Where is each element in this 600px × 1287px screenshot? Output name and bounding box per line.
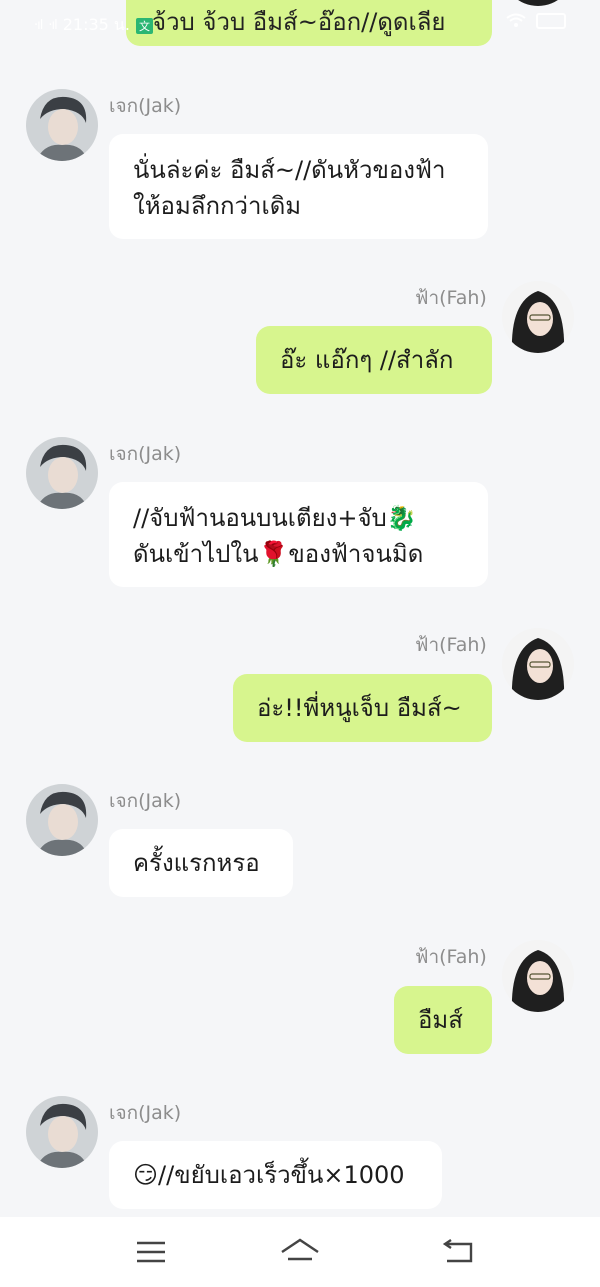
message-text-line: ให้อมลึกกว่าเดิม bbox=[133, 192, 302, 220]
message-bubble-right[interactable]: อ๊ะ แอ๊กๆ //สำลัก bbox=[256, 326, 492, 394]
message-bubble-left[interactable]: ครั้งแรกหรอ bbox=[109, 829, 293, 897]
avatar-jak[interactable] bbox=[26, 89, 98, 161]
avatar-fah[interactable] bbox=[502, 281, 574, 353]
battery-icon bbox=[536, 13, 566, 29]
status-right bbox=[506, 13, 566, 29]
message-text-line: 😏//ขยับเอวเร็วขึ้น×1000 bbox=[133, 1161, 405, 1189]
signal-icon: ·ıl bbox=[34, 18, 43, 33]
message-text-line: อืมส์ bbox=[418, 1006, 463, 1034]
message-text-line: ดันเข้าไปใน🌹ของฟ้าจนมิด bbox=[133, 540, 424, 568]
sender-name: เจก(Jak) bbox=[109, 95, 182, 117]
sender-name: เจก(Jak) bbox=[109, 790, 182, 812]
message-text-line: อ๊ะ แอ๊กๆ //สำลัก bbox=[280, 346, 454, 374]
sender-name: ฟ้า(Fah) bbox=[415, 634, 487, 656]
signal-icon-2: ·ıl bbox=[48, 18, 57, 33]
avatar-fah[interactable] bbox=[502, 940, 574, 1012]
message-text-line: นั่นล่ะค่ะ อืมส์~//ดันหัวของฟ้า bbox=[133, 156, 446, 184]
sender-name: เจก(Jak) bbox=[109, 443, 182, 465]
message-bubble-left[interactable]: นั่นล่ะค่ะ อืมส์~//ดันหัวของฟ้า ให้อมลึก… bbox=[109, 134, 488, 239]
menu-icon bbox=[137, 1241, 165, 1263]
home-icon bbox=[281, 1238, 319, 1261]
status-bar: ·ıl ·ıl 21:35 น. 文 bbox=[0, 0, 600, 44]
message-bubble-right[interactable]: อืมส์ bbox=[394, 986, 492, 1054]
avatar-jak[interactable] bbox=[26, 784, 98, 856]
avatar-jak[interactable] bbox=[26, 437, 98, 509]
sender-name: เจก(Jak) bbox=[109, 1102, 182, 1124]
wifi-icon bbox=[506, 13, 526, 27]
message-bubble-right[interactable]: อ่ะ!!พี่หนูเจ็บ อืมส์~ bbox=[233, 674, 492, 742]
navigation-bar bbox=[0, 1217, 600, 1287]
home-button[interactable] bbox=[280, 1235, 320, 1269]
message-text-line: ครั้งแรกหรอ bbox=[133, 849, 260, 877]
status-left: ·ıl ·ıl 21:35 น. 文 bbox=[34, 13, 153, 38]
message-bubble-left[interactable]: //จับฟ้านอนบนเตียง+จับ🐉 ดันเข้าไปใน🌹ของฟ… bbox=[109, 482, 488, 587]
back-icon bbox=[442, 1239, 473, 1263]
sender-name: ฟ้า(Fah) bbox=[415, 287, 487, 309]
avatar-jak[interactable] bbox=[26, 1096, 98, 1168]
message-bubble-left[interactable]: 😏//ขยับเอวเร็วขึ้น×1000 bbox=[109, 1141, 442, 1209]
message-text-line: //จับฟ้านอนบนเตียง+จับ🐉 bbox=[133, 504, 417, 532]
clock: 21:35 น. bbox=[62, 15, 130, 34]
sender-name: ฟ้า(Fah) bbox=[415, 946, 487, 968]
app-notification-icon: 文 bbox=[135, 17, 153, 34]
menu-button[interactable] bbox=[131, 1235, 171, 1269]
back-button[interactable] bbox=[439, 1235, 479, 1269]
message-text-line: อ่ะ!!พี่หนูเจ็บ อืมส์~ bbox=[257, 694, 462, 722]
avatar-fah[interactable] bbox=[502, 628, 574, 700]
